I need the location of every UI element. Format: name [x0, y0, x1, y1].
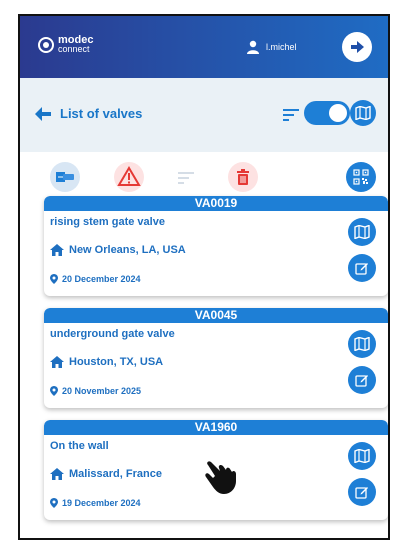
valve-location: Houston, TX, USA [50, 356, 163, 368]
card-map-button[interactable] [348, 442, 376, 470]
date-label: 20 November 2025 [62, 386, 142, 396]
card-edit-button[interactable] [348, 478, 376, 506]
map-icon [354, 449, 370, 463]
edit-icon [355, 375, 368, 387]
valve-id: VA1960 [44, 420, 388, 435]
view-toggle[interactable] [304, 101, 350, 125]
location-pin-icon [50, 274, 58, 284]
map-view-button[interactable] [350, 100, 376, 126]
valve-card[interactable]: VA0045 underground gate valve Houston, T… [44, 308, 388, 408]
action-toolbar [20, 152, 388, 202]
back-arrow-icon[interactable] [34, 106, 52, 122]
valve-date: 20 December 2024 [50, 274, 141, 284]
alert-button[interactable] [114, 162, 144, 192]
home-icon [50, 468, 64, 480]
valve-location: New Orleans, LA, USA [50, 244, 186, 256]
delete-icon [237, 169, 249, 185]
location-pin-icon [50, 386, 58, 396]
card-edit-button[interactable] [348, 366, 376, 394]
user-info[interactable]: l.michel [246, 40, 297, 54]
card-map-button[interactable] [348, 330, 376, 358]
valve-description: underground gate valve [50, 328, 175, 340]
card-edit-button[interactable] [348, 254, 376, 282]
location-label: New Orleans, LA, USA [69, 244, 186, 256]
export-icon [56, 172, 74, 182]
edit-icon [355, 263, 368, 275]
logo-mark-icon [38, 37, 54, 53]
valve-description: rising stem gate valve [50, 216, 165, 228]
logout-icon [351, 41, 364, 53]
username-label: l.michel [266, 42, 297, 52]
top-bar: modec connect l.michel [20, 16, 388, 78]
valve-description: On the wall [50, 440, 109, 452]
valve-date: 19 December 2024 [50, 498, 141, 508]
modec-logo: modec connect [38, 35, 93, 54]
page-title: List of valves [60, 106, 143, 121]
home-icon [50, 244, 64, 256]
map-icon [354, 337, 370, 351]
map-icon [354, 225, 370, 239]
map-icon [355, 106, 371, 120]
valve-location: Malissard, France [50, 468, 162, 480]
logout-button[interactable] [342, 32, 372, 62]
hand-pointer-icon [205, 461, 236, 494]
delete-button[interactable] [228, 162, 258, 192]
export-button[interactable] [50, 162, 80, 192]
date-label: 20 December 2024 [62, 274, 141, 284]
valve-id: VA0045 [44, 308, 388, 323]
location-label: Malissard, France [69, 468, 162, 480]
qr-scan-button[interactable] [346, 162, 376, 192]
warning-icon [117, 166, 141, 186]
edit-icon [355, 487, 368, 499]
valve-id: VA0019 [44, 196, 388, 211]
date-label: 19 December 2024 [62, 498, 141, 508]
sort-icon[interactable] [283, 109, 299, 121]
subheader: List of valves [20, 78, 388, 152]
valve-date: 20 November 2025 [50, 386, 141, 396]
location-label: Houston, TX, USA [69, 356, 164, 368]
logo-sub-text: connect [58, 44, 90, 54]
filter-sort-icon[interactable] [178, 172, 194, 184]
location-pin-icon [50, 498, 58, 508]
qr-code-icon [353, 169, 369, 185]
valve-card[interactable]: VA0019 rising stem gate valve New Orlean… [44, 196, 388, 296]
card-map-button[interactable] [348, 218, 376, 246]
home-icon [50, 356, 64, 368]
user-icon [247, 40, 259, 54]
toggle-knob [329, 104, 347, 122]
